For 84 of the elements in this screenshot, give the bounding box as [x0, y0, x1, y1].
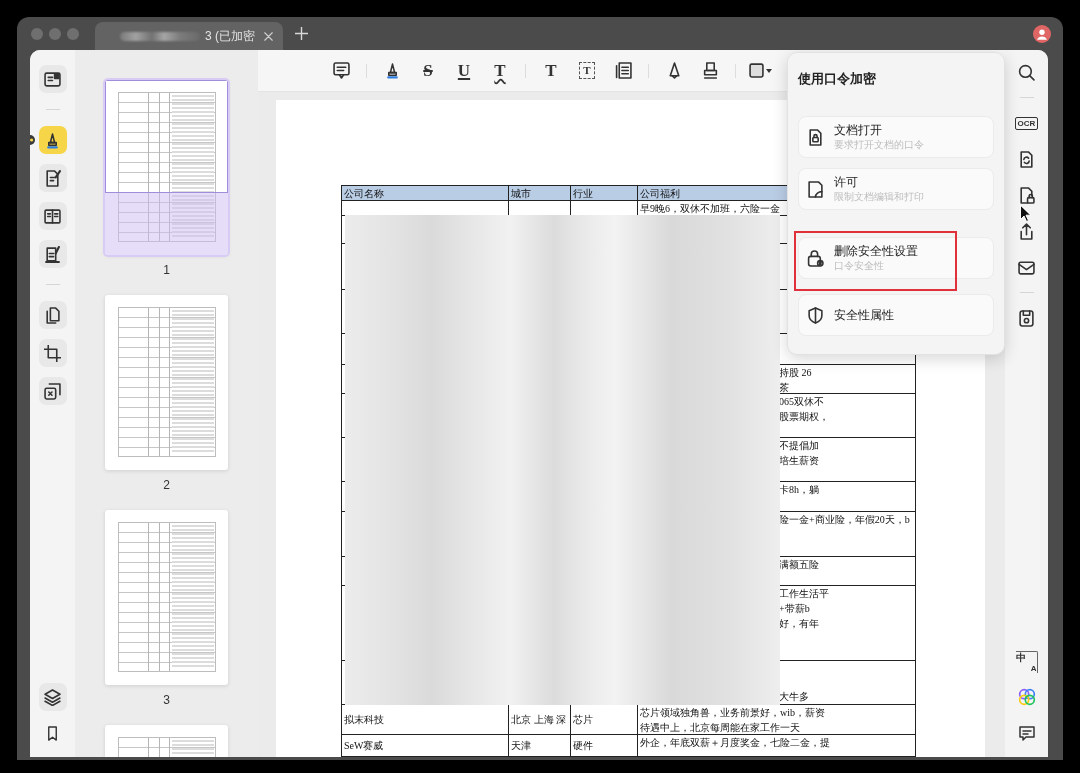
underline-button[interactable]: U — [452, 58, 476, 83]
caret-icon — [766, 68, 772, 73]
strikethrough-button[interactable]: S — [416, 58, 440, 83]
document-lock-icon — [807, 128, 824, 146]
save-icon — [1018, 309, 1035, 327]
batch-button[interactable] — [38, 377, 67, 405]
plus-icon — [294, 27, 308, 40]
page-thumbnail[interactable] — [105, 80, 228, 255]
menu-item[interactable]: 安全性属性 — [798, 294, 994, 336]
page-number: 1 — [163, 262, 170, 278]
mouse-pointer-icon — [1020, 205, 1031, 222]
table-cell-text: 芯片领域独角兽，业务前景好，wib，薪资 待遇中上，北京每周能在家工作一天 — [640, 705, 826, 735]
ocr-button[interactable]: OCR — [1014, 116, 1039, 130]
table-cell-text: 芯片 — [573, 713, 593, 727]
document-lock-icon — [1018, 186, 1035, 204]
comment-mode-button[interactable] — [38, 126, 67, 154]
close-tab-button[interactable] — [261, 29, 275, 43]
page-thumbnail[interactable] — [105, 510, 228, 685]
page-number: 3 — [163, 692, 170, 708]
share-icon — [1018, 222, 1035, 240]
pages-icon — [44, 306, 61, 324]
new-tab-button[interactable] — [293, 25, 309, 42]
translate-button[interactable]: 中 A — [1015, 651, 1038, 673]
edit-mode-button[interactable] — [38, 164, 67, 192]
rectangle-icon — [749, 63, 764, 78]
lock-icon — [807, 249, 824, 267]
option-title: 删除安全性设置 — [834, 244, 918, 259]
crop-button[interactable] — [38, 339, 67, 367]
copy-icon — [44, 382, 61, 400]
table-cell-text: 大牛多 — [779, 690, 810, 704]
document-icon — [807, 180, 824, 198]
table-cell-text: 拟末科技 — [344, 713, 384, 727]
bookmark-icon — [45, 725, 60, 741]
column-header: 城市 — [511, 186, 531, 201]
squiggly-underline-button[interactable]: T — [488, 58, 512, 83]
column-header: 行业 — [573, 186, 593, 201]
column-header: 公司福利 — [640, 186, 680, 201]
page-number: 2 — [163, 477, 170, 493]
comment-icon — [332, 62, 350, 79]
menu-title: 使用口令加密 — [798, 70, 877, 88]
option-title: 许可 — [834, 175, 859, 190]
view-mode-button[interactable] — [38, 65, 67, 93]
page-thumbnail[interactable] — [105, 725, 228, 757]
table-cell-text: 卡8h，躺 — [779, 483, 820, 497]
form-icon — [44, 245, 61, 263]
rings-icon — [1017, 688, 1036, 706]
page-thumbnail[interactable] — [105, 295, 228, 470]
table-cell-text: 满额五险 — [779, 558, 820, 572]
active-indicator-icon — [30, 135, 35, 145]
option-title: 文档打开 — [834, 123, 883, 138]
close-icon — [263, 31, 273, 41]
reader-mode-button[interactable] — [38, 202, 67, 230]
comment-icon — [1018, 725, 1035, 741]
book-icon — [44, 207, 61, 225]
organize-pages-button[interactable] — [38, 301, 67, 329]
table-cell-text: SeW赛威 — [344, 739, 384, 753]
avatar-icon — [1033, 24, 1051, 43]
mail-icon — [1018, 258, 1035, 276]
text-box-button[interactable]: T — [575, 58, 599, 83]
table-cell-text: 硬件 — [573, 739, 593, 753]
table-cell-text: 险一金+商业险，年假20天，b — [779, 513, 911, 527]
form-mode-button[interactable] — [38, 240, 67, 268]
table-cell-text: 早9晚6，双休不加班，六险一金 — [640, 202, 781, 216]
notes-icon — [614, 62, 632, 79]
table-cell-text: 天津 — [511, 739, 531, 753]
document-icon — [44, 70, 61, 88]
layers-icon — [44, 688, 61, 706]
search-icon — [1018, 63, 1035, 81]
table-cell-text: 持股 26 茶 — [779, 366, 813, 395]
column-header: 公司名称 — [344, 186, 384, 201]
option-title: 安全性属性 — [834, 307, 894, 323]
table-cell-text: 北京 上海 深 — [511, 713, 566, 727]
table-cell-text: 外企，年底双薪＋月度奖金，七险二金，提 — [640, 736, 831, 750]
layers-button[interactable] — [38, 683, 67, 711]
crop-icon — [44, 344, 61, 362]
table-cell-text: 工作生活平 +带薪b 好，有年 — [779, 587, 830, 631]
document-tab[interactable]: 3 (已加密 — [95, 22, 283, 50]
document-sync-icon — [1018, 150, 1035, 168]
highlighter-icon — [44, 131, 61, 149]
document-edit-icon — [44, 169, 61, 187]
text-button[interactable]: T — [539, 58, 563, 83]
shield-icon — [807, 306, 824, 324]
viewport-frame[interactable] — [105, 80, 228, 193]
stamp-icon — [701, 62, 719, 79]
